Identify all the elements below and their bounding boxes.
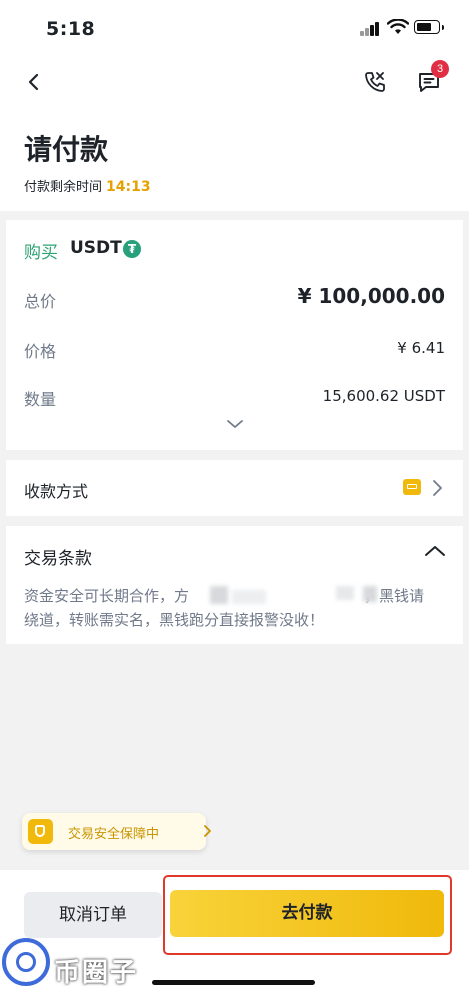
payment-method-row[interactable]: 收款方式	[6, 460, 463, 516]
redacted-mark	[363, 586, 377, 602]
unit-price-label: 价格	[24, 342, 57, 361]
chevron-right-icon	[204, 825, 211, 837]
redacted-mark	[232, 590, 266, 604]
terms-text-line1-start: 资金安全可长期合作，方	[24, 587, 190, 605]
phone-call-icon[interactable]	[363, 70, 387, 94]
redacted-mark	[210, 586, 228, 604]
home-indicator	[152, 980, 315, 985]
chevron-down-icon[interactable]	[226, 418, 244, 430]
redacted-mark	[336, 586, 354, 600]
order-side: 购买	[24, 243, 58, 263]
status-bar: 5:18	[0, 0, 469, 56]
watermark-logo	[2, 938, 50, 986]
page-header: 3 请付款 付款剩余时间 14:13	[0, 56, 469, 211]
battery-icon	[414, 20, 444, 34]
unit-price-value: ¥ 6.41	[397, 339, 445, 357]
remaining-time-label: 付款剩余时间	[24, 180, 103, 195]
chevron-up-icon[interactable]	[424, 544, 446, 558]
wifi-icon	[387, 19, 409, 34]
terms-title: 交易条款	[24, 549, 92, 569]
security-guarantee-label: 交易安全保障中	[68, 827, 160, 842]
total-price-value: ¥ 100,000.00	[297, 284, 445, 308]
total-price-label: 总价	[24, 292, 57, 311]
bank-card-icon	[403, 479, 421, 495]
cellular-signal-icon	[360, 22, 384, 36]
tether-icon: ₮	[123, 240, 141, 258]
highlight-box	[163, 875, 452, 955]
order-details-card: 购买 USDT ₮ 总价 ¥ 100,000.00 价格 ¥ 6.41 数量 1…	[6, 220, 463, 450]
notification-badge: 3	[431, 60, 449, 78]
bottom-action-bar: 取消订单 去付款 币圈子	[0, 870, 469, 1000]
quantity-label: 数量	[24, 390, 57, 409]
shield-icon	[28, 819, 53, 844]
terms-text-line2: 绕道，转账需实名，黑钱跑分直接报警没收！	[24, 611, 325, 629]
security-guarantee-badge[interactable]: 交易安全保障中	[22, 813, 211, 850]
payment-method-label: 收款方式	[24, 482, 89, 501]
cancel-order-button[interactable]: 取消订单	[24, 892, 162, 938]
asset-name: USDT	[70, 238, 122, 258]
payment-timer: 付款剩余时间 14:13	[24, 176, 151, 195]
countdown-value: 14:13	[106, 179, 151, 195]
quantity-value: 15,600.62 USDT	[322, 387, 445, 405]
chevron-right-icon	[433, 480, 442, 496]
status-time: 5:18	[46, 18, 96, 40]
page-title: 请付款	[24, 133, 109, 166]
watermark-text: 币圈子	[54, 958, 139, 988]
trade-terms-card: 交易条款 资金安全可长期合作，方 ，黑钱请 绕道，转账需实名，黑钱跑分直接报警没收…	[6, 526, 463, 644]
back-arrow-icon[interactable]	[22, 70, 46, 94]
